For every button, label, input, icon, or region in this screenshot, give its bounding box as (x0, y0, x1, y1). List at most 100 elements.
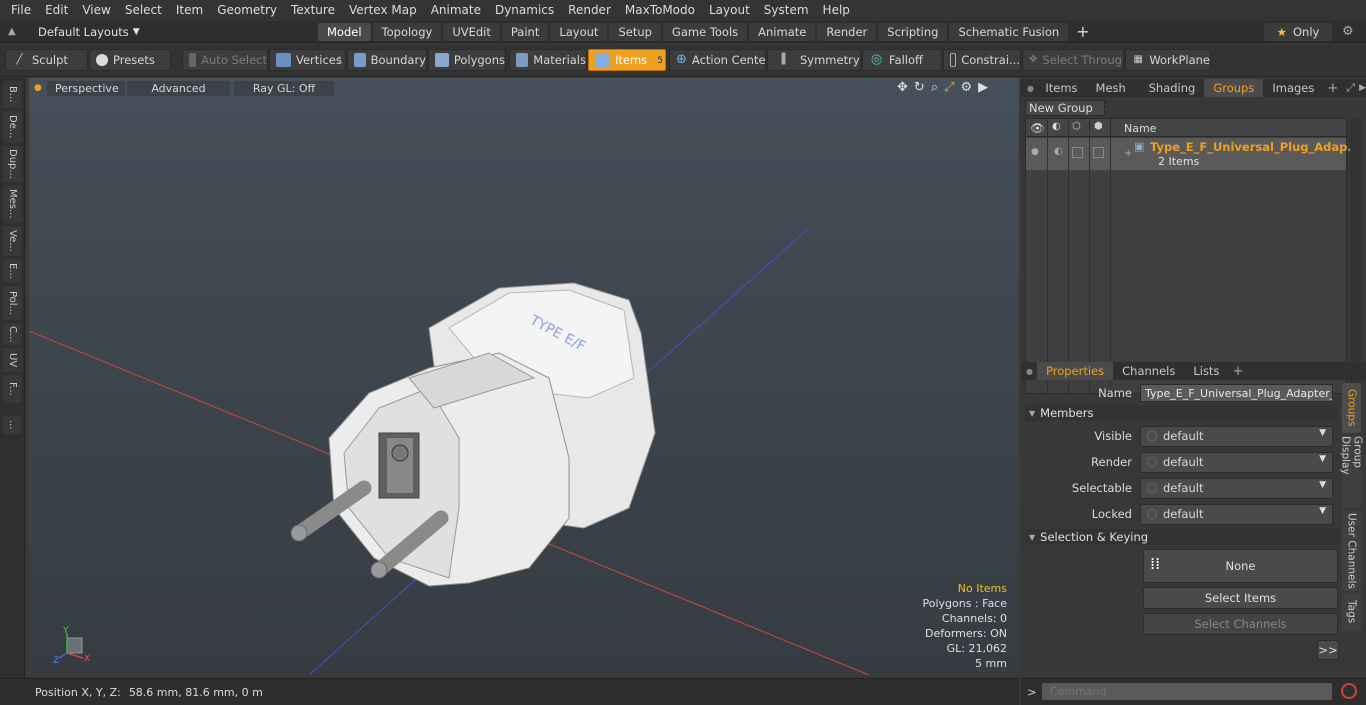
view-shading-dropdown[interactable]: Advanced (127, 81, 230, 96)
left-tab-mesh[interactable]: Mes... (3, 185, 22, 223)
menu-system[interactable]: System (757, 0, 816, 21)
visible-dropdown[interactable]: default ▼ (1140, 425, 1333, 447)
tab-model[interactable]: Model (318, 22, 371, 41)
menu-texture[interactable]: Texture (284, 0, 342, 21)
menu-render[interactable]: Render (561, 0, 618, 21)
left-tab-edge[interactable]: E... (3, 259, 22, 283)
locked-dropdown[interactable]: default ▼ (1140, 503, 1333, 525)
move-view-icon[interactable]: ✥ (897, 80, 908, 95)
constraints-button[interactable]: Constrai... (943, 49, 1021, 71)
command-input[interactable] (1041, 682, 1333, 701)
action-center-button[interactable]: ⊕ Action Center (669, 49, 766, 71)
workplane-button[interactable]: ▦ WorkPlane (1125, 49, 1211, 71)
tab-groups[interactable]: Groups (1204, 79, 1264, 97)
render-dropdown[interactable]: default ▼ (1140, 451, 1333, 473)
selectable-dropdown[interactable]: default ▼ (1140, 477, 1333, 499)
auto-select-button[interactable]: Auto Select (182, 49, 268, 71)
tab-render[interactable]: Render (817, 22, 877, 41)
viewport-menu-dot[interactable]: ● (34, 83, 42, 93)
tab-channels[interactable]: Channels (1113, 362, 1184, 380)
symmetry-button[interactable]: ▐ Symmetry (767, 49, 861, 71)
layout-selector[interactable]: ▲ Default Layouts ▼ (0, 21, 318, 43)
boundary-button[interactable]: Boundary (347, 49, 427, 71)
group-row[interactable]: ● ◐ + ▣ Type_E_F_Universal_Plug_Adap... … (1026, 138, 1360, 170)
row-select-checkbox[interactable] (1072, 147, 1083, 158)
search-icon[interactable]: ⌕ (931, 80, 938, 95)
menu-geometry[interactable]: Geometry (210, 0, 284, 21)
select-channels-button[interactable]: Select Channels (1143, 613, 1338, 635)
menu-animate[interactable]: Animate (424, 0, 488, 21)
record-icon[interactable] (1341, 683, 1357, 699)
items-button[interactable]: Items 5 (588, 49, 666, 71)
members-section[interactable]: ▼ Members (1025, 405, 1339, 421)
view-perspective-dropdown[interactable]: Perspective (47, 81, 125, 96)
tab-items[interactable]: Items (1036, 79, 1086, 97)
maximize-icon[interactable]: ⤢ (944, 80, 954, 95)
tab-scripting[interactable]: Scripting (878, 22, 948, 41)
3d-viewport[interactable]: TYPE E/F Y X Z ● Perspective Advanced Ra… (29, 78, 1019, 675)
new-group-button[interactable]: New Group (1025, 100, 1105, 116)
menu-view[interactable]: View (75, 0, 117, 21)
props-menu-dot[interactable]: ● (1021, 367, 1037, 376)
tab-animate[interactable]: Animate (749, 22, 816, 41)
rotate-view-icon[interactable]: ↻ (914, 80, 925, 95)
materials-button[interactable]: Materials (509, 49, 587, 71)
left-tab-basic[interactable]: B... (3, 81, 22, 108)
left-tab-more[interactable]: ... (3, 416, 22, 434)
left-tab-fusion[interactable]: F... (3, 375, 22, 403)
left-tab-curve[interactable]: C... (3, 323, 22, 345)
left-tab-uv[interactable]: UV (3, 348, 22, 372)
add-props-tab-icon[interactable]: + (1232, 364, 1243, 379)
tab-setup[interactable]: Setup (609, 22, 661, 41)
expand-plus-icon[interactable]: + (1124, 148, 1132, 159)
tab-schematic-fusion[interactable]: Schematic Fusion (949, 22, 1069, 41)
more-button[interactable]: >> (1317, 640, 1339, 660)
expand-icon[interactable]: ⤢ (1346, 81, 1355, 95)
tab-paint[interactable]: Paint (501, 22, 549, 41)
vtab-groups[interactable]: Groups (1342, 383, 1361, 433)
tab-layout[interactable]: Layout (550, 22, 608, 41)
menu-help[interactable]: Help (816, 0, 857, 21)
menu-edit[interactable]: Edit (38, 0, 75, 21)
select-through-button[interactable]: ✥ Select Through (1022, 49, 1124, 71)
left-tab-polygon[interactable]: Pol... (3, 286, 22, 320)
tab-lists[interactable]: Lists (1184, 362, 1228, 380)
select-cube-icon[interactable]: ⬡ (1072, 121, 1081, 132)
vtab-tags[interactable]: Tags (1342, 594, 1361, 630)
tab-uvedit[interactable]: UVEdit (443, 22, 500, 41)
selection-keying-section[interactable]: ▼ Selection & Keying (1025, 529, 1339, 545)
menu-vertex-map[interactable]: Vertex Map (342, 0, 424, 21)
left-tab-duplicate[interactable]: Dup... (3, 146, 22, 182)
render-icon[interactable]: ◐ (1052, 121, 1061, 132)
select-items-button[interactable]: Select Items (1143, 587, 1338, 609)
vtab-user-channels[interactable]: User Channels (1342, 511, 1361, 591)
tab-shading[interactable]: Shading (1140, 79, 1205, 97)
raygl-toggle[interactable]: Ray GL: Off (234, 81, 334, 96)
add-tab-icon[interactable]: + (1327, 81, 1338, 96)
tab-mesh[interactable]: Mesh ... (1087, 79, 1140, 113)
left-tab-vertex[interactable]: Ve... (3, 226, 22, 256)
falloff-button[interactable]: ◎ Falloff (862, 49, 942, 71)
panel-menu-dot[interactable]: ● (1021, 84, 1036, 93)
groups-scrollbar[interactable] (1350, 118, 1362, 394)
only-button[interactable]: ★ Only (1264, 23, 1332, 41)
menu-item[interactable]: Item (169, 0, 210, 21)
tab-game-tools[interactable]: Game Tools (662, 22, 748, 41)
sculpt-button[interactable]: ╱ Sculpt (5, 49, 88, 71)
polygons-button[interactable]: Polygons (428, 49, 506, 71)
gear-icon[interactable]: ⚙ (1342, 24, 1354, 39)
play-arrow-icon[interactable]: ▶ (978, 80, 988, 95)
left-tab-deform[interactable]: De... (3, 111, 22, 143)
eye-icon[interactable]: 👁 (1030, 121, 1045, 135)
plug-adapter-model[interactable]: TYPE E/F (290, 282, 656, 587)
vtab-group-display[interactable]: Group Display (1340, 436, 1364, 508)
lock-cube-icon[interactable]: ⬢ (1094, 121, 1103, 132)
menu-maxtomodo[interactable]: MaxToModo (618, 0, 702, 21)
presets-button[interactable]: Presets (89, 49, 171, 71)
arrow-icon[interactable]: ▶ (1359, 83, 1366, 93)
menu-dynamics[interactable]: Dynamics (488, 0, 561, 21)
vertices-button[interactable]: Vertices 1 (269, 49, 346, 71)
menu-layout[interactable]: Layout (702, 0, 757, 21)
tab-images[interactable]: Images (1263, 79, 1323, 97)
tab-topology[interactable]: Topology (372, 22, 442, 41)
